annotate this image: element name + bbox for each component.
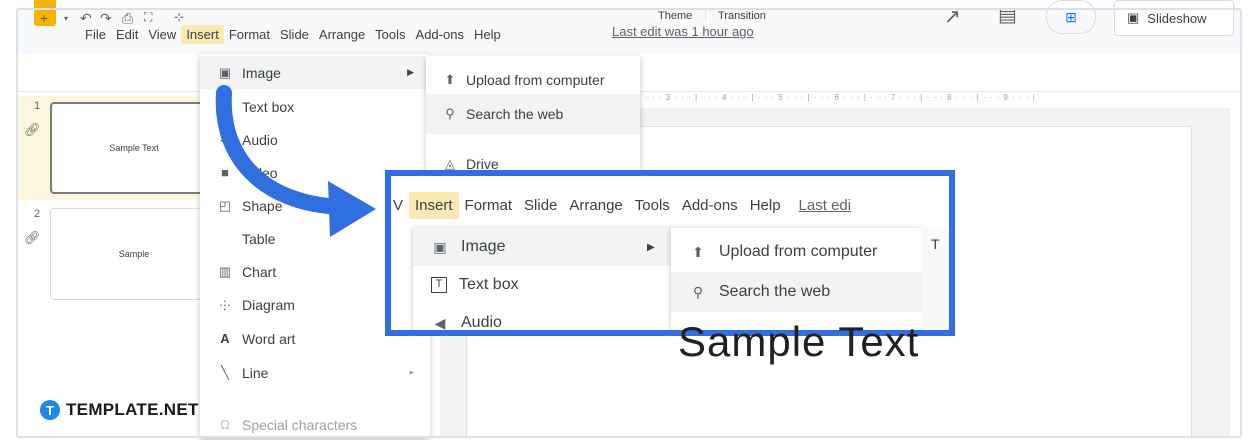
frame-border	[16, 8, 1242, 438]
app-window: File Edit View Insert Format Slide Arran…	[0, 0, 1248, 440]
